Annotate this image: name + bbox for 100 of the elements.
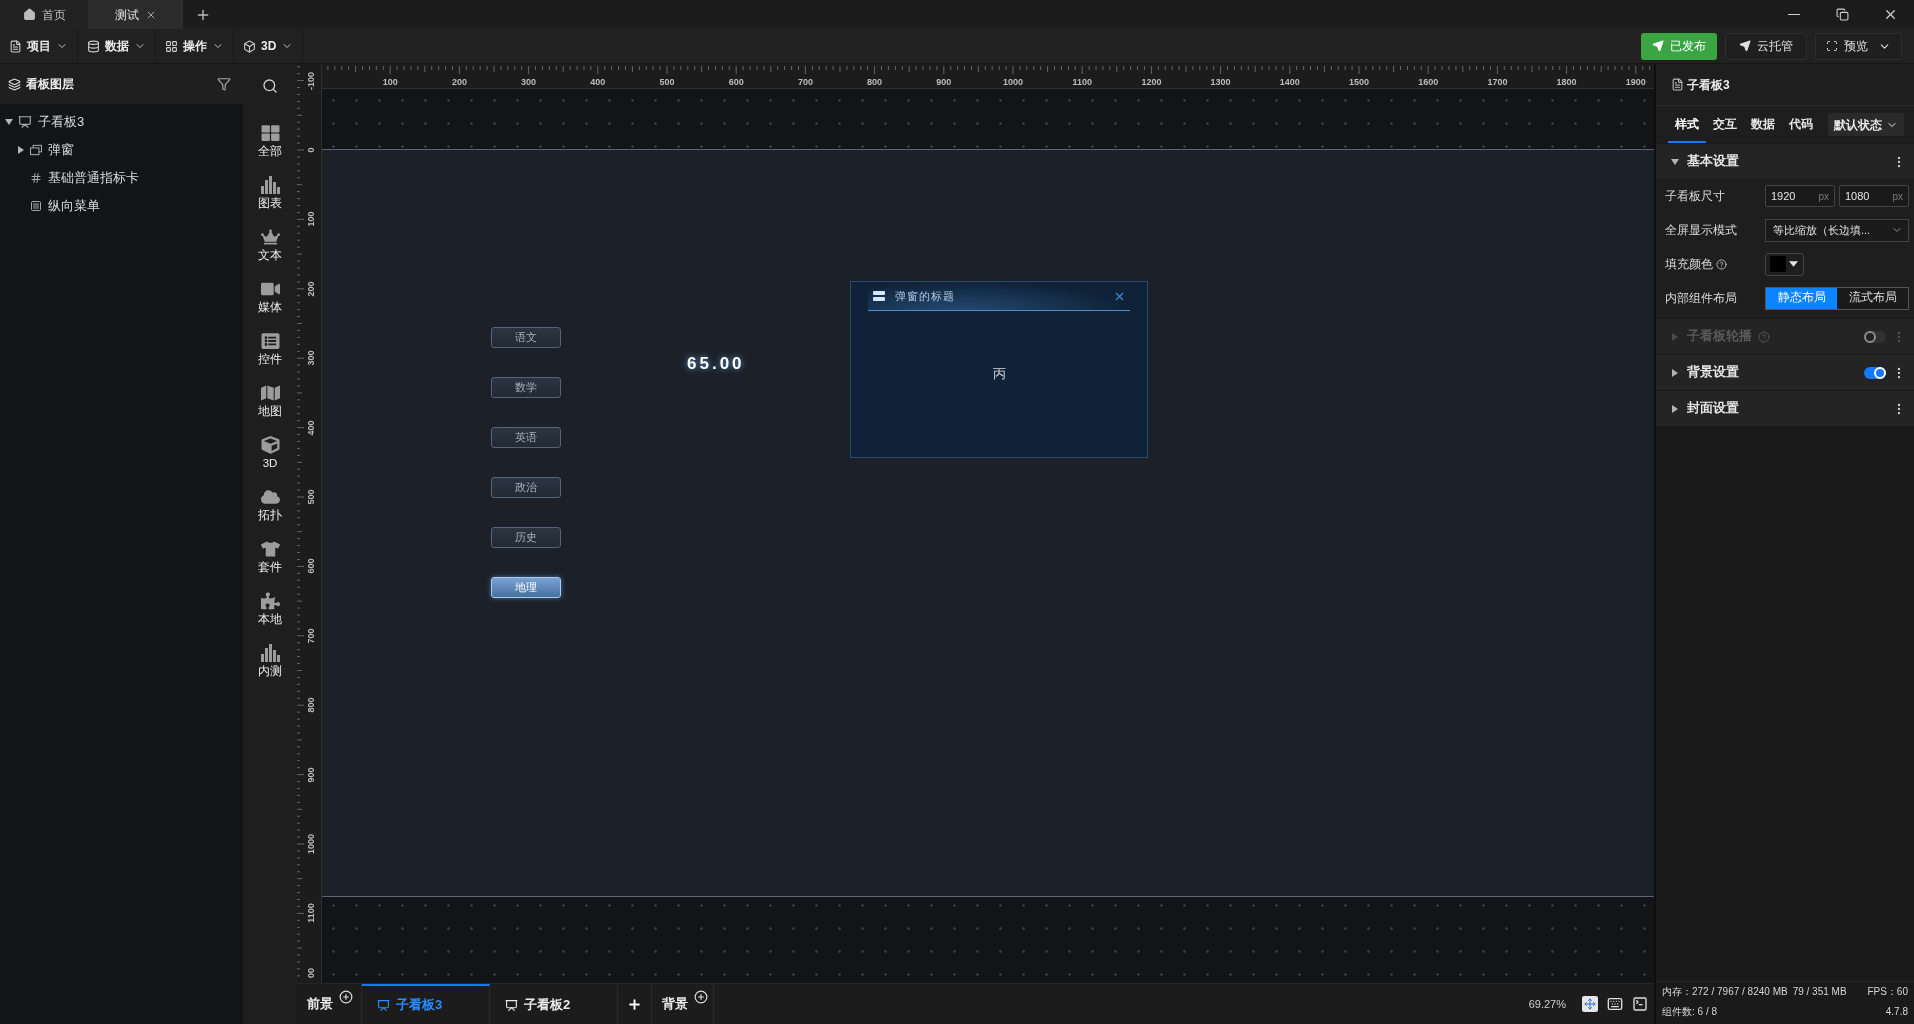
ruler-label: 500	[659, 77, 675, 87]
zoom-level: 69.27%	[1528, 996, 1566, 1012]
list-icon	[260, 332, 280, 350]
segment-button[interactable]: 流式布局	[1837, 287, 1908, 309]
caret-icon[interactable]	[1672, 404, 1678, 413]
tree-item[interactable]: 基础普通指标卡	[0, 164, 243, 192]
board-icon	[505, 998, 518, 1012]
tree-item[interactable]: 弹窗	[0, 136, 243, 164]
menu-item[interactable]: 语文	[491, 327, 561, 348]
add-board-button[interactable]	[627, 996, 642, 1012]
board-tab[interactable]: 子看板3	[362, 984, 490, 1024]
ruler-label: 1500	[1349, 77, 1369, 87]
stacked-windows-icon	[30, 144, 42, 156]
ruler-label: 00	[306, 968, 316, 978]
board-tab[interactable]: 子看板2	[490, 984, 618, 1024]
help-icon[interactable]	[1716, 258, 1727, 270]
caret-icon[interactable]	[18, 146, 24, 154]
filter-icon[interactable]	[217, 77, 231, 91]
ruler-label: 1400	[1279, 77, 1300, 87]
ruler-label: 700	[797, 77, 813, 87]
caret-icon[interactable]	[5, 119, 13, 125]
version-label: 4.7.8	[1885, 1005, 1908, 1019]
menu-button[interactable]: 项目	[0, 29, 78, 63]
menu-button[interactable]: 数据	[78, 29, 156, 63]
add-icon[interactable]	[694, 990, 708, 1004]
field-label: 全屏显示模式	[1665, 222, 1737, 239]
section-title: 背景设置	[1687, 364, 1739, 382]
property-tab[interactable]: 代码	[1782, 106, 1820, 143]
menu-button[interactable]: 3D	[234, 29, 304, 63]
state-dropdown[interactable]: 默认状态	[1828, 113, 1904, 136]
ruler-label: 1700	[1487, 77, 1508, 87]
property-tab[interactable]: 数据	[1744, 106, 1782, 143]
stacked-bars-icon	[873, 291, 885, 301]
popup-content: 丙	[992, 365, 1006, 383]
caret-icon[interactable]	[1671, 158, 1679, 165]
tree-item[interactable]: 子看板3	[0, 108, 243, 136]
ruler-label: 1000	[306, 834, 316, 854]
caret-down-icon	[1789, 261, 1798, 267]
menu-item[interactable]: 政治	[491, 477, 561, 498]
property-tab[interactable]: 交互	[1706, 106, 1744, 143]
field-label: 内部组件布局	[1665, 290, 1737, 307]
tree-item[interactable]: 纵向菜单	[0, 192, 243, 220]
category-button[interactable]: 全部	[248, 124, 292, 158]
board-icon	[377, 998, 390, 1012]
ruler-label: -100	[306, 71, 316, 90]
restore-button[interactable]	[1835, 8, 1849, 21]
ruler-label: 1300	[1210, 77, 1231, 87]
ruler-label: 300	[306, 350, 316, 366]
ruler-label: 700	[306, 628, 316, 644]
category-button[interactable]: 文本	[248, 228, 292, 262]
category-button[interactable]: 拓扑	[248, 488, 292, 522]
section-title: 基本设置	[1687, 153, 1739, 171]
menu-item[interactable]: 英语	[491, 427, 561, 448]
window-tab[interactable]: 测试	[88, 0, 183, 29]
component-count: 组件数: 6 / 8	[1662, 1005, 1717, 1019]
search-button[interactable]	[262, 78, 278, 94]
menu-item[interactable]: 历史	[491, 527, 561, 548]
board-icon	[18, 115, 32, 129]
terminal-button[interactable]	[1632, 996, 1648, 1012]
menu-item[interactable]: 数学	[491, 377, 561, 398]
menu-button[interactable]: 操作	[156, 29, 234, 63]
fit-screen-button[interactable]	[1582, 996, 1598, 1012]
preview-dropdown[interactable]: 预览	[1815, 32, 1902, 60]
keyboard-button[interactable]	[1606, 996, 1624, 1012]
add-icon[interactable]	[339, 990, 353, 1004]
foreground-tab[interactable]: 前景	[307, 994, 333, 1014]
category-button[interactable]: 地图	[248, 384, 292, 418]
metric-value: 65.00	[687, 354, 745, 374]
background-tab[interactable]: 背景	[662, 994, 688, 1014]
video-camera-icon	[260, 280, 280, 298]
number-input[interactable]: 1920 px	[1765, 185, 1835, 207]
ruler-label: 200	[451, 77, 467, 87]
unit-label: px	[1818, 189, 1829, 204]
shirt-icon	[260, 540, 280, 558]
caret-icon[interactable]	[1672, 368, 1678, 377]
category-button[interactable]: 本地	[248, 592, 292, 626]
memory-usage: 内存：272 / 7967 / 8240 MB	[1662, 985, 1788, 999]
panel-title: 子看板3	[1687, 76, 1730, 94]
color-picker[interactable]	[1765, 252, 1804, 276]
field-label: 填充颜色	[1665, 256, 1713, 273]
popup-title: 弹窗的标题	[895, 288, 955, 304]
fps-counter: FPS：60	[1867, 985, 1908, 999]
terminal-icon	[1632, 996, 1648, 1012]
category-button[interactable]: 套件	[248, 540, 292, 574]
home-icon	[22, 8, 36, 21]
bar-chart-icon	[260, 644, 280, 662]
window-tab[interactable]: 首页	[0, 0, 88, 29]
category-button[interactable]: 3D	[248, 436, 292, 470]
layers-icon	[8, 77, 21, 91]
select-field[interactable]: 等比缩放（长边填...	[1765, 218, 1909, 242]
segment-button[interactable]: 静态布局	[1766, 287, 1837, 309]
toggle-switch[interactable]	[1864, 366, 1886, 379]
category-button[interactable]: 图表	[248, 176, 292, 210]
action-button[interactable]: 云托管	[1725, 32, 1807, 60]
category-button[interactable]: 内测	[248, 644, 292, 678]
category-button[interactable]: 媒体	[248, 280, 292, 314]
category-button[interactable]: 控件	[248, 332, 292, 366]
puzzle-icon	[260, 592, 280, 610]
number-input[interactable]: 1080 px	[1839, 185, 1909, 207]
cloud-icon	[260, 488, 280, 506]
